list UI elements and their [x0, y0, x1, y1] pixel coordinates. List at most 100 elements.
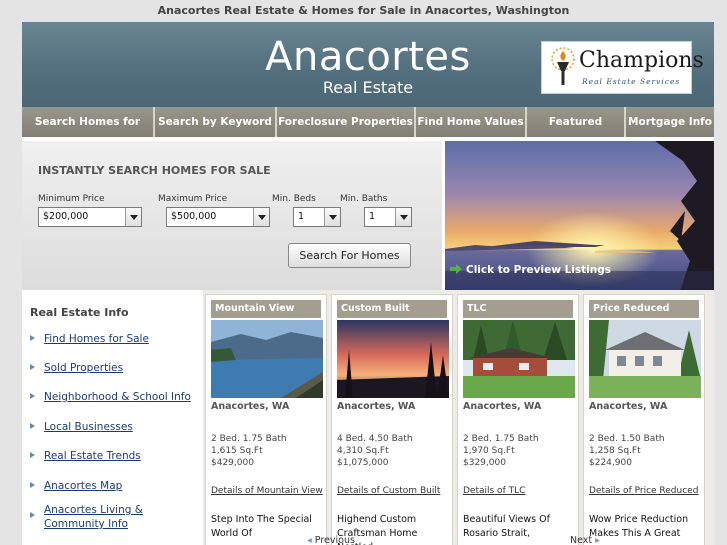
- listing-sqft: 1,258 Sq.Ft: [589, 446, 641, 456]
- sidebar-link-label: Find Homes for Sale: [44, 333, 149, 345]
- nav-mortgage-info[interactable]: Mortgage Info: [626, 107, 714, 137]
- nav-search-homes[interactable]: Search Homes for Sale: [22, 107, 155, 158]
- sunset-preview-photo[interactable]: Click to Preview Listings: [445, 141, 714, 291]
- site-header: Anacortes Real Estate Champions Real Est…: [22, 22, 714, 107]
- sidebar-link-label: Local Businesses: [44, 421, 133, 433]
- min-price-value: $200,000: [43, 211, 89, 222]
- listing-photo[interactable]: [463, 320, 575, 398]
- max-price-label: Maximum Price: [158, 194, 228, 204]
- listing-tag: TLC: [463, 300, 573, 318]
- sidebar-link-sold[interactable]: Sold Properties: [30, 361, 200, 375]
- chevron-down-icon: [253, 208, 269, 226]
- listing-sqft: 1,970 Sq.Ft: [463, 446, 515, 456]
- sidebar-link-community[interactable]: Anacortes Living & Community Info: [30, 503, 200, 531]
- sidebar-heading: Real Estate Info: [30, 306, 129, 319]
- min-price-select[interactable]: $200,000: [38, 207, 142, 227]
- listing-price: $429,000: [211, 458, 254, 468]
- min-baths-value: 1: [369, 211, 376, 222]
- min-price-label: Minimum Price: [38, 194, 105, 204]
- chevron-down-icon: [324, 208, 340, 226]
- min-beds-select[interactable]: 1: [293, 207, 341, 227]
- nav-foreclosure[interactable]: Foreclosure Properties: [277, 107, 416, 137]
- min-beds-value: 1: [298, 211, 305, 222]
- next-label: Next: [570, 535, 593, 545]
- triangle-bullet-icon: [30, 393, 35, 399]
- listing-tag: Price Reduced: [589, 300, 699, 318]
- listing-card[interactable]: Custom Built Anacortes, WA 4 Bed. 4.50 B…: [331, 294, 453, 545]
- triangle-bullet-icon: [30, 335, 35, 341]
- triangle-bullet-icon: [30, 452, 35, 458]
- preview-listings-link[interactable]: Click to Preview Listings: [450, 264, 611, 276]
- max-price-select[interactable]: $500,000: [166, 207, 270, 227]
- sidebar-link-businesses[interactable]: Local Businesses: [30, 420, 200, 434]
- listing-tag: Mountain View: [211, 300, 321, 318]
- custom-built-image: [337, 320, 449, 398]
- listing-price: $329,000: [463, 458, 506, 468]
- sidebar-link-trends[interactable]: Real Estate Trends: [30, 449, 200, 463]
- preview-label: Click to Preview Listings: [466, 264, 611, 276]
- listing-sqft: 4,310 Sq.Ft: [337, 446, 389, 456]
- tlc-house-image: [463, 320, 575, 398]
- listing-city: Anacortes, WA: [589, 401, 668, 412]
- sidebar-link-map[interactable]: Anacortes Map: [30, 479, 200, 493]
- previous-button[interactable]: ◂ Previous: [307, 535, 355, 545]
- listing-details-link[interactable]: Details of Mountain View: [211, 486, 323, 496]
- listing-city: Anacortes, WA: [337, 401, 416, 412]
- home-search-panel: INSTANTLY SEARCH HOMES FOR SALE Minimum …: [22, 141, 442, 291]
- sidebar-link-label: Sold Properties: [44, 362, 124, 374]
- listing-price: $224,900: [589, 458, 632, 468]
- listing-details-link[interactable]: Details of Price Reduced: [589, 486, 698, 496]
- chevron-left-icon: ◂: [307, 535, 315, 545]
- listing-photo[interactable]: [211, 320, 323, 398]
- max-price-value: $500,000: [171, 211, 217, 222]
- listing-description: Beautiful Views Of Rosario Strait,: [463, 514, 550, 539]
- listing-beds-baths: 2 Bed. 1.50 Bath: [589, 434, 665, 444]
- mountain-view-image: [211, 320, 323, 398]
- listing-city: Anacortes, WA: [463, 401, 542, 412]
- nav-featured-homes[interactable]: Featured Homes: [527, 107, 626, 158]
- search-homes-button[interactable]: Search For Homes: [288, 243, 411, 268]
- triangle-bullet-icon: [30, 364, 35, 370]
- nav-search-keyword[interactable]: Search by Keyword: [155, 107, 277, 137]
- listing-details-link[interactable]: Details of Custom Built: [337, 486, 440, 496]
- triangle-bullet-icon: [30, 482, 35, 488]
- listing-beds-baths: 2 Bed. 1.75 Bath: [463, 434, 539, 444]
- listing-card[interactable]: TLC Anacortes, WA 2 Bed. 1.75 Bath 1,970: [457, 294, 579, 545]
- sidebar-link-label: Anacortes Map: [44, 480, 123, 492]
- brand-logo[interactable]: Champions Real Estate Services: [541, 41, 704, 94]
- sidebar-link-find-homes[interactable]: Find Homes for Sale: [30, 332, 200, 346]
- listing-card[interactable]: Mountain View Anacortes, WA 2 Bed. 1.75 …: [205, 294, 327, 545]
- torch-icon: [551, 47, 575, 85]
- brand-name: Champions: [579, 48, 704, 73]
- min-baths-select[interactable]: 1: [364, 207, 412, 227]
- triangle-bullet-icon: [30, 423, 35, 429]
- listing-details-link[interactable]: Details of TLC: [463, 486, 525, 496]
- chevron-down-icon: [125, 208, 141, 226]
- triangle-bullet-icon: [30, 512, 35, 518]
- listing-card[interactable]: Price Reduced Anacortes, WA 2 Bed. 1.50 …: [583, 294, 705, 545]
- site-container: Anacortes Real Estate Champions Real Est…: [22, 22, 714, 545]
- min-beds-label: Min. Beds: [272, 194, 316, 204]
- listing-price: $1,075,000: [337, 458, 389, 468]
- listing-city: Anacortes, WA: [211, 401, 290, 412]
- listing-photo[interactable]: [337, 320, 449, 398]
- listing-description: Wow Price Reduction Makes This A Great: [589, 514, 689, 539]
- chevron-right-icon: ▸: [592, 535, 600, 545]
- sidebar-link-label: Neighborhood & School Info: [44, 391, 191, 403]
- brand-tagline: Real Estate Services: [582, 77, 681, 86]
- nav-home-values[interactable]: Find Home Values: [416, 107, 527, 137]
- main-nav: Search Homes for Sale Search by Keyword …: [22, 107, 714, 158]
- sidebar-link-label: Real Estate Trends: [44, 450, 141, 462]
- listing-tag: Custom Built: [337, 300, 447, 318]
- featured-listings: Mountain View Anacortes, WA 2 Bed. 1.75 …: [203, 290, 714, 545]
- next-button[interactable]: Next ▸: [570, 535, 600, 545]
- listing-photo[interactable]: [589, 320, 701, 398]
- sidebar-link-neighborhood[interactable]: Neighborhood & School Info: [30, 390, 200, 404]
- price-reduced-house-image: [589, 320, 701, 398]
- page-title: Anacortes Real Estate & Homes for Sale i…: [157, 4, 570, 17]
- listing-sqft: 1,615 Sq.Ft: [211, 446, 263, 456]
- listing-beds-baths: 2 Bed. 1.75 Bath: [211, 434, 287, 444]
- real-estate-info-sidebar: Real Estate Info Find Homes for Sale Sol…: [22, 290, 202, 545]
- search-heading: INSTANTLY SEARCH HOMES FOR SALE: [38, 164, 271, 177]
- arrow-right-icon: [450, 264, 462, 274]
